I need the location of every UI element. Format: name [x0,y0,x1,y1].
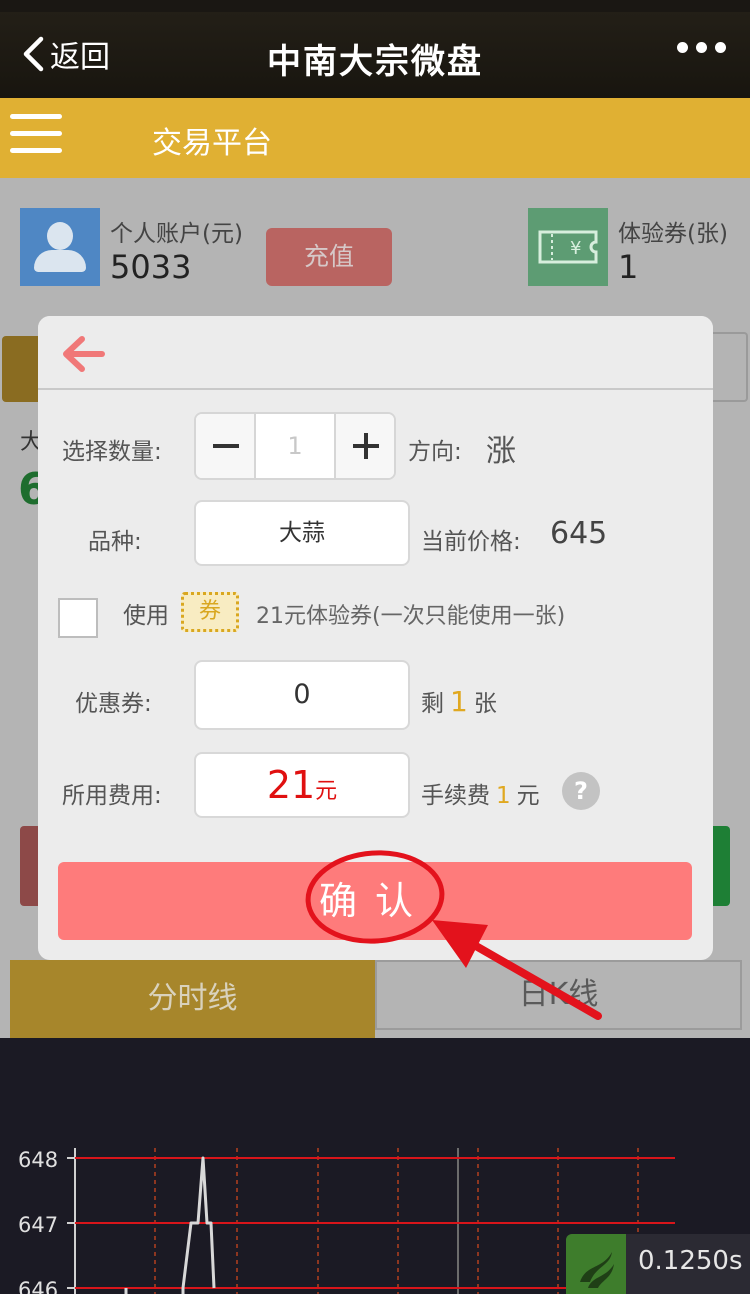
timer-value: 0.1250s [638,1246,743,1276]
remaining-count: 1 [450,685,468,718]
remaining-suffix: 张 [473,691,497,717]
remaining-prefix: 剩 [421,691,444,717]
direction-label: 方向: [408,439,462,465]
background-tab-fragment-right [712,332,748,402]
price-line [181,1156,216,1294]
product-label: 品种: [88,529,142,555]
decrease-button[interactable] [196,414,256,478]
nav-bar: 返回 中南大宗微盘 [0,12,750,98]
svg-text:¥: ¥ [570,238,581,259]
more-menu-icon[interactable] [677,42,726,53]
background-tab-fragment [2,336,38,402]
help-icon[interactable]: ? [562,772,600,810]
use-ticket-checkbox[interactable] [58,598,98,638]
dialog-header [38,316,713,390]
commission-unit: 元 [516,783,540,809]
quantity-label: 选择数量: [62,439,162,465]
background-buy-button-fragment [712,826,730,906]
direction-value: 涨 [486,434,516,469]
current-price-label: 当前价格: [421,529,521,555]
order-dialog: 选择数量: 方向: 涨 品种: 大蒜 当前价格: 645 使用 券 21元体验券… [38,316,713,960]
user-avatar-icon [20,208,100,286]
ticket-description: 21元体验券(一次只能使用一张) [256,604,566,629]
coupon-ticket-icon: 券 [181,592,239,632]
account-label: 个人账户(元) [110,221,243,247]
y-tick-label: 646 [18,1278,58,1294]
quantity-input[interactable] [256,414,334,478]
coupon-label: 优惠券: [75,691,152,717]
arrow-left-icon[interactable] [60,334,106,374]
platform-title: 交易平台 [152,126,272,161]
platform-header: 交易平台 [0,98,750,178]
tab-minute-line[interactable]: 分时线 [10,960,375,1038]
commission-label: 手续费 [421,783,490,809]
tab-daily-k[interactable]: 日K线 [375,960,742,1030]
product-field[interactable]: 大蒜 [194,500,410,566]
account-balance: 5033 [110,248,192,286]
fee-field: 21元 [194,752,410,818]
quantity-stepper [194,412,396,480]
fee-label: 所用费用: [62,783,162,809]
coupon-field[interactable]: 0 [194,660,410,730]
current-price-value: 645 [550,516,608,551]
timer-badge: 0.1250s [566,1234,750,1294]
coupon-count: 1 [618,248,639,286]
y-tick-label: 647 [18,1213,58,1237]
page-title: 中南大宗微盘 [267,42,483,82]
increase-button[interactable] [334,414,394,478]
commission-value: 1 [496,783,511,809]
y-tick-label: 648 [18,1148,58,1172]
fee-amount: 21 [266,763,316,807]
recharge-button[interactable]: 充值 [266,228,392,286]
app-logo-icon [566,1234,626,1294]
commission-note: 手续费 1 元 [421,776,540,810]
menu-icon[interactable] [10,114,62,160]
fee-unit: 元 [315,779,338,804]
status-bar [0,0,750,12]
chart-tabs: 分时线 日K线 [10,960,742,1038]
remaining-coupons: 剩1张 [421,684,497,718]
use-ticket-label: 使用 [123,603,169,629]
price-chart: 648 647 646 0.1250s [0,1038,750,1294]
coupon-count-label: 体验券(张) [618,221,728,247]
confirm-button[interactable]: 确认 [58,862,692,940]
ticket-icon: ¥ [528,208,608,286]
